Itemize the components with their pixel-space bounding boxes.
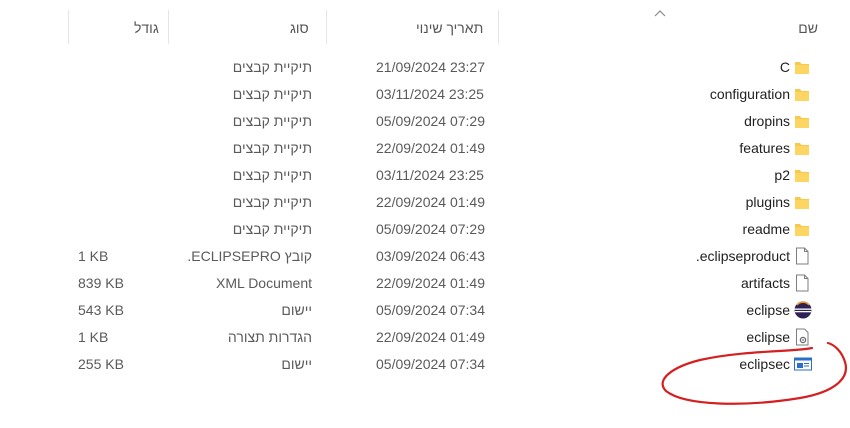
column-header-name[interactable]: שם [798, 20, 818, 36]
column-divider[interactable] [326, 10, 327, 44]
folder-icon [794, 85, 810, 103]
file-row[interactable]: features 22/09/2024 01:49 תיקיית קבצים [0, 135, 850, 162]
file-name: eclipsec [739, 356, 790, 372]
file-name: dropins [744, 113, 790, 129]
file-icon [794, 274, 810, 292]
column-divider[interactable] [168, 10, 169, 44]
file-row[interactable]: configuration 03/11/2024 23:25 תיקיית קבצי… [0, 81, 850, 108]
file-modified-date: 22/09/2024 01:49 [376, 140, 485, 156]
column-divider[interactable] [68, 10, 69, 44]
file-type: תיקיית קבצים [232, 167, 312, 183]
file-row[interactable]: readme 05/09/2024 07:29 תיקיית קבצים [0, 216, 850, 243]
file-size: 255 KB [78, 356, 124, 372]
file-row[interactable]: .eclipseproduct 03/09/2024 06:43 קובץ ECLI… [0, 243, 850, 270]
file-name: C [779, 59, 790, 75]
column-header-type[interactable]: סוג [290, 20, 309, 36]
file-modified-date: 21/09/2024 23:27 [376, 59, 485, 75]
folder-icon [794, 193, 810, 211]
file-modified-date: 05/09/2024 07:29 [376, 113, 485, 129]
file-type: XML Document [216, 275, 312, 291]
file-size: 839 KB [78, 275, 124, 291]
config-file-icon [794, 328, 810, 346]
file-modified-date: 05/09/2024 07:34 [376, 302, 485, 318]
file-size: 1 KB [78, 329, 109, 345]
file-type: תיקיית קבצים [232, 140, 312, 156]
file-row[interactable]: C 21/09/2024 23:27 תיקיית קבצים [0, 54, 850, 81]
file-row[interactable]: plugins 22/09/2024 01:49 תיקיית קבצים [0, 189, 850, 216]
file-name: p2 [774, 167, 790, 183]
file-size: 1 KB [78, 248, 109, 264]
file-modified-date: 05/09/2024 07:29 [376, 221, 485, 237]
file-modified-date: 03/09/2024 06:43 [376, 248, 485, 264]
console-app-icon [794, 355, 812, 373]
folder-icon [794, 58, 810, 76]
file-modified-date: 05/09/2024 07:34 [376, 356, 485, 372]
file-modified-date: 22/09/2024 01:49 [376, 329, 485, 345]
folder-icon [794, 139, 810, 157]
file-type: קובץ ECLIPSEPRO... [186, 248, 312, 264]
file-type: תיקיית קבצים [232, 113, 312, 129]
column-header-modified[interactable]: תאריך שינוי [416, 20, 483, 36]
file-name: eclipse [746, 302, 790, 318]
column-header-bar: שם תאריך שינוי סוג גודל [0, 0, 850, 46]
file-row[interactable]: dropins 05/09/2024 07:29 תיקיית קבצים [0, 108, 850, 135]
file-type: יישום [281, 356, 312, 372]
file-name: eclipse [746, 329, 790, 345]
file-row[interactable]: eclipse 05/09/2024 07:34 יישום 543 KB [0, 297, 850, 324]
folder-icon [794, 112, 810, 130]
file-type: תיקיית קבצים [232, 59, 312, 75]
file-row[interactable]: artifacts 22/09/2024 01:49 XML Document 839… [0, 270, 850, 297]
file-type: תיקיית קבצים [232, 86, 312, 102]
file-row[interactable]: eclipsec 05/09/2024 07:34 יישום 255 KB [0, 351, 850, 378]
file-name: plugins [745, 194, 790, 210]
file-row[interactable]: p2 03/11/2024 23:25 תיקיית קבצים [0, 162, 850, 189]
file-name: artifacts [740, 275, 790, 291]
file-name: readme [742, 221, 790, 237]
file-name: .eclipseproduct [695, 248, 790, 264]
file-size: 543 KB [78, 302, 124, 318]
folder-icon [794, 166, 810, 184]
eclipse-app-icon [794, 301, 812, 319]
column-divider[interactable] [498, 10, 499, 44]
file-type: יישום [281, 302, 312, 318]
column-header-size[interactable]: גודל [134, 20, 159, 36]
file-name: features [739, 140, 790, 156]
file-name: configuration [709, 86, 790, 102]
file-modified-date: 22/09/2024 01:49 [376, 275, 485, 291]
file-icon [794, 247, 810, 265]
file-modified-date: 03/11/2024 23:25 [376, 86, 484, 102]
file-modified-date: 03/11/2024 23:25 [376, 167, 484, 183]
file-type: תיקיית קבצים [232, 221, 312, 237]
sort-ascending-icon [654, 10, 666, 17]
folder-icon [794, 220, 810, 238]
file-type: הגדרות תצורה [227, 329, 312, 345]
file-type: תיקיית קבצים [232, 194, 312, 210]
file-modified-date: 22/09/2024 01:49 [376, 194, 485, 210]
file-row[interactable]: eclipse 22/09/2024 01:49 הגדרות תצורה 1 KB [0, 324, 850, 351]
